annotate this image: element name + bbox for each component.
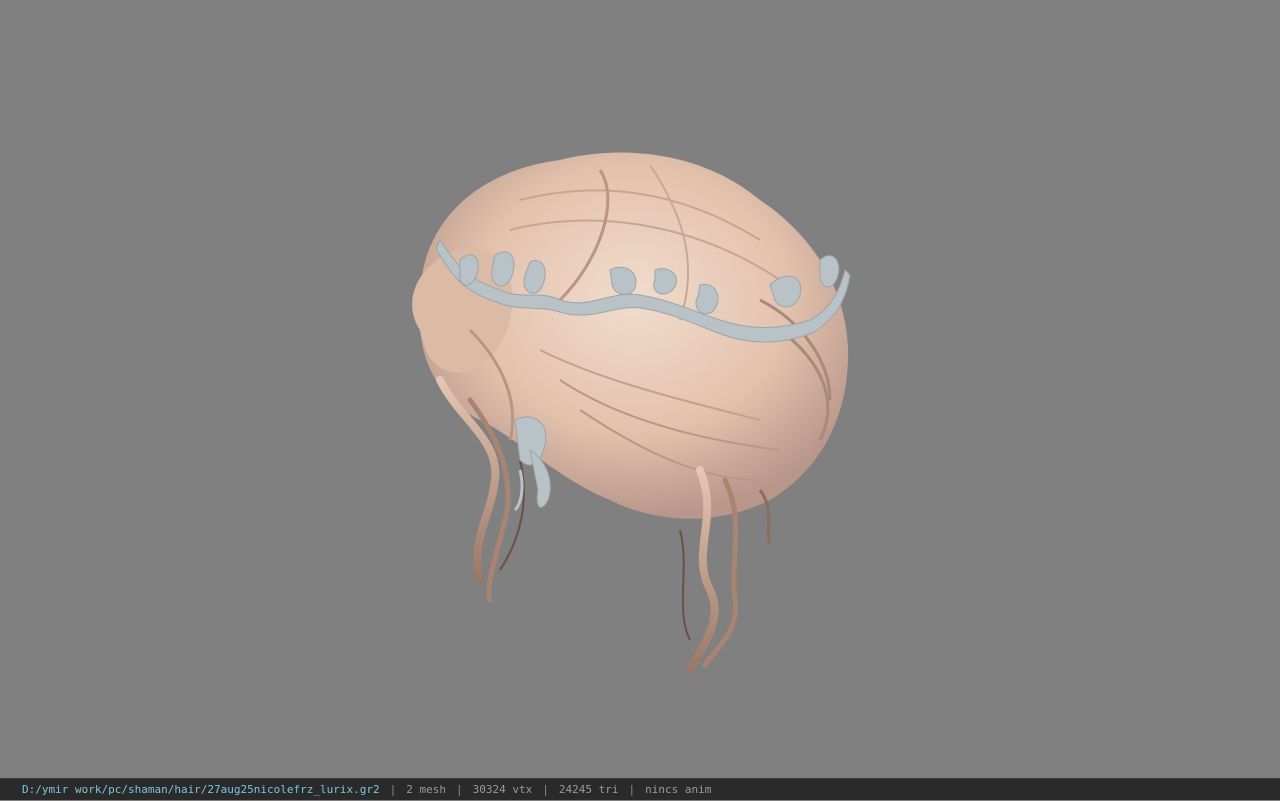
animation-status: nincs anim (645, 782, 712, 796)
file-path: D:/ymir work/pc/shaman/hair/27aug25nicol… (22, 782, 380, 796)
mesh-count: 2 mesh (406, 782, 446, 796)
vertex-count: 30324 vtx (472, 782, 533, 796)
hair-model-render[interactable] (0, 0, 1280, 778)
separator: | (456, 782, 463, 796)
separator: | (542, 782, 549, 796)
separator: | (628, 782, 636, 796)
triangle-count: 24245 tri (558, 782, 619, 796)
separator: | (389, 782, 397, 796)
status-bar: D:/ymir work/pc/shaman/hair/27aug25nicol… (0, 778, 1280, 800)
3d-viewport[interactable] (0, 0, 1280, 778)
